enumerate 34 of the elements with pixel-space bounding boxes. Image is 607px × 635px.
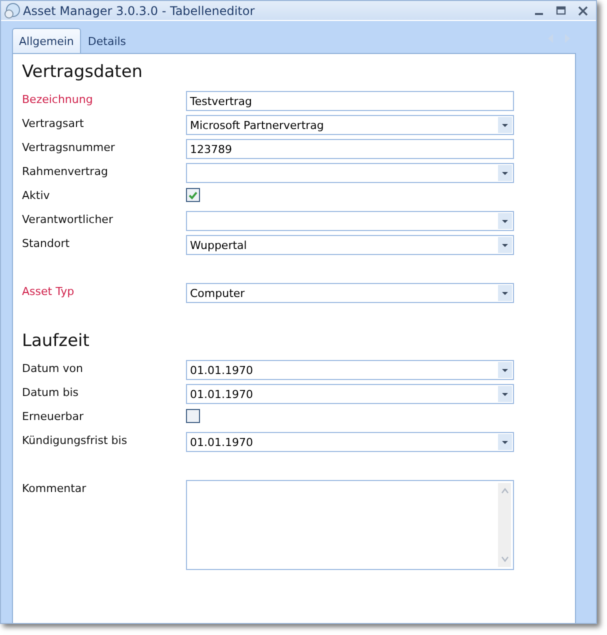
checkbox[interactable]: [186, 409, 200, 423]
dropdown-field[interactable]: 01.01.1970: [186, 384, 514, 404]
text-field[interactable]: 123789: [186, 139, 514, 159]
section-heading: Laufzeit: [22, 331, 90, 353]
field-label: Standort: [22, 236, 71, 250]
dropdown-field[interactable]: Microsoft Partnervertrag: [186, 115, 514, 135]
app-icon: [3, 2, 21, 18]
field-label: Aktiv: [22, 188, 51, 202]
dropdown-field[interactable]: [186, 211, 514, 231]
dropdown-field[interactable]: 01.01.1970: [186, 432, 514, 452]
window-title: Asset Manager 3.0.3.0 - Tabelleneditor: [23, 4, 255, 18]
close-icon[interactable]: [578, 6, 588, 16]
maximize-icon[interactable]: [556, 6, 566, 16]
dropdown-field[interactable]: Wuppertal: [186, 235, 514, 255]
tab[interactable]: Details: [80, 28, 134, 53]
field-label: Asset Typ: [22, 284, 76, 298]
field-label: Bezeichnung: [22, 92, 94, 106]
dropdown-field[interactable]: 01.01.1970: [186, 360, 514, 380]
field-label: Kündigungsfrist bis: [22, 433, 128, 447]
field-label: Rahmenvertrag: [22, 164, 109, 178]
field-label: Datum von: [22, 361, 84, 375]
field-label: Erneuerbar: [22, 409, 85, 423]
comment-field[interactable]: [186, 480, 514, 570]
dropdown-field[interactable]: [186, 163, 514, 183]
text-field[interactable]: Testvertrag: [186, 91, 514, 111]
field-label: Vertragsart: [22, 116, 85, 130]
field-label: Vertragsnummer: [22, 140, 116, 154]
field-label: Kommentar: [22, 481, 88, 495]
dropdown-field[interactable]: Computer: [186, 283, 514, 303]
tab[interactable]: Allgemein: [12, 28, 81, 53]
field-label: Verantwortlicher: [22, 212, 114, 226]
checkbox[interactable]: [186, 188, 200, 202]
section-heading: Vertragsdaten: [22, 62, 144, 84]
field-label: Datum bis: [22, 385, 80, 399]
